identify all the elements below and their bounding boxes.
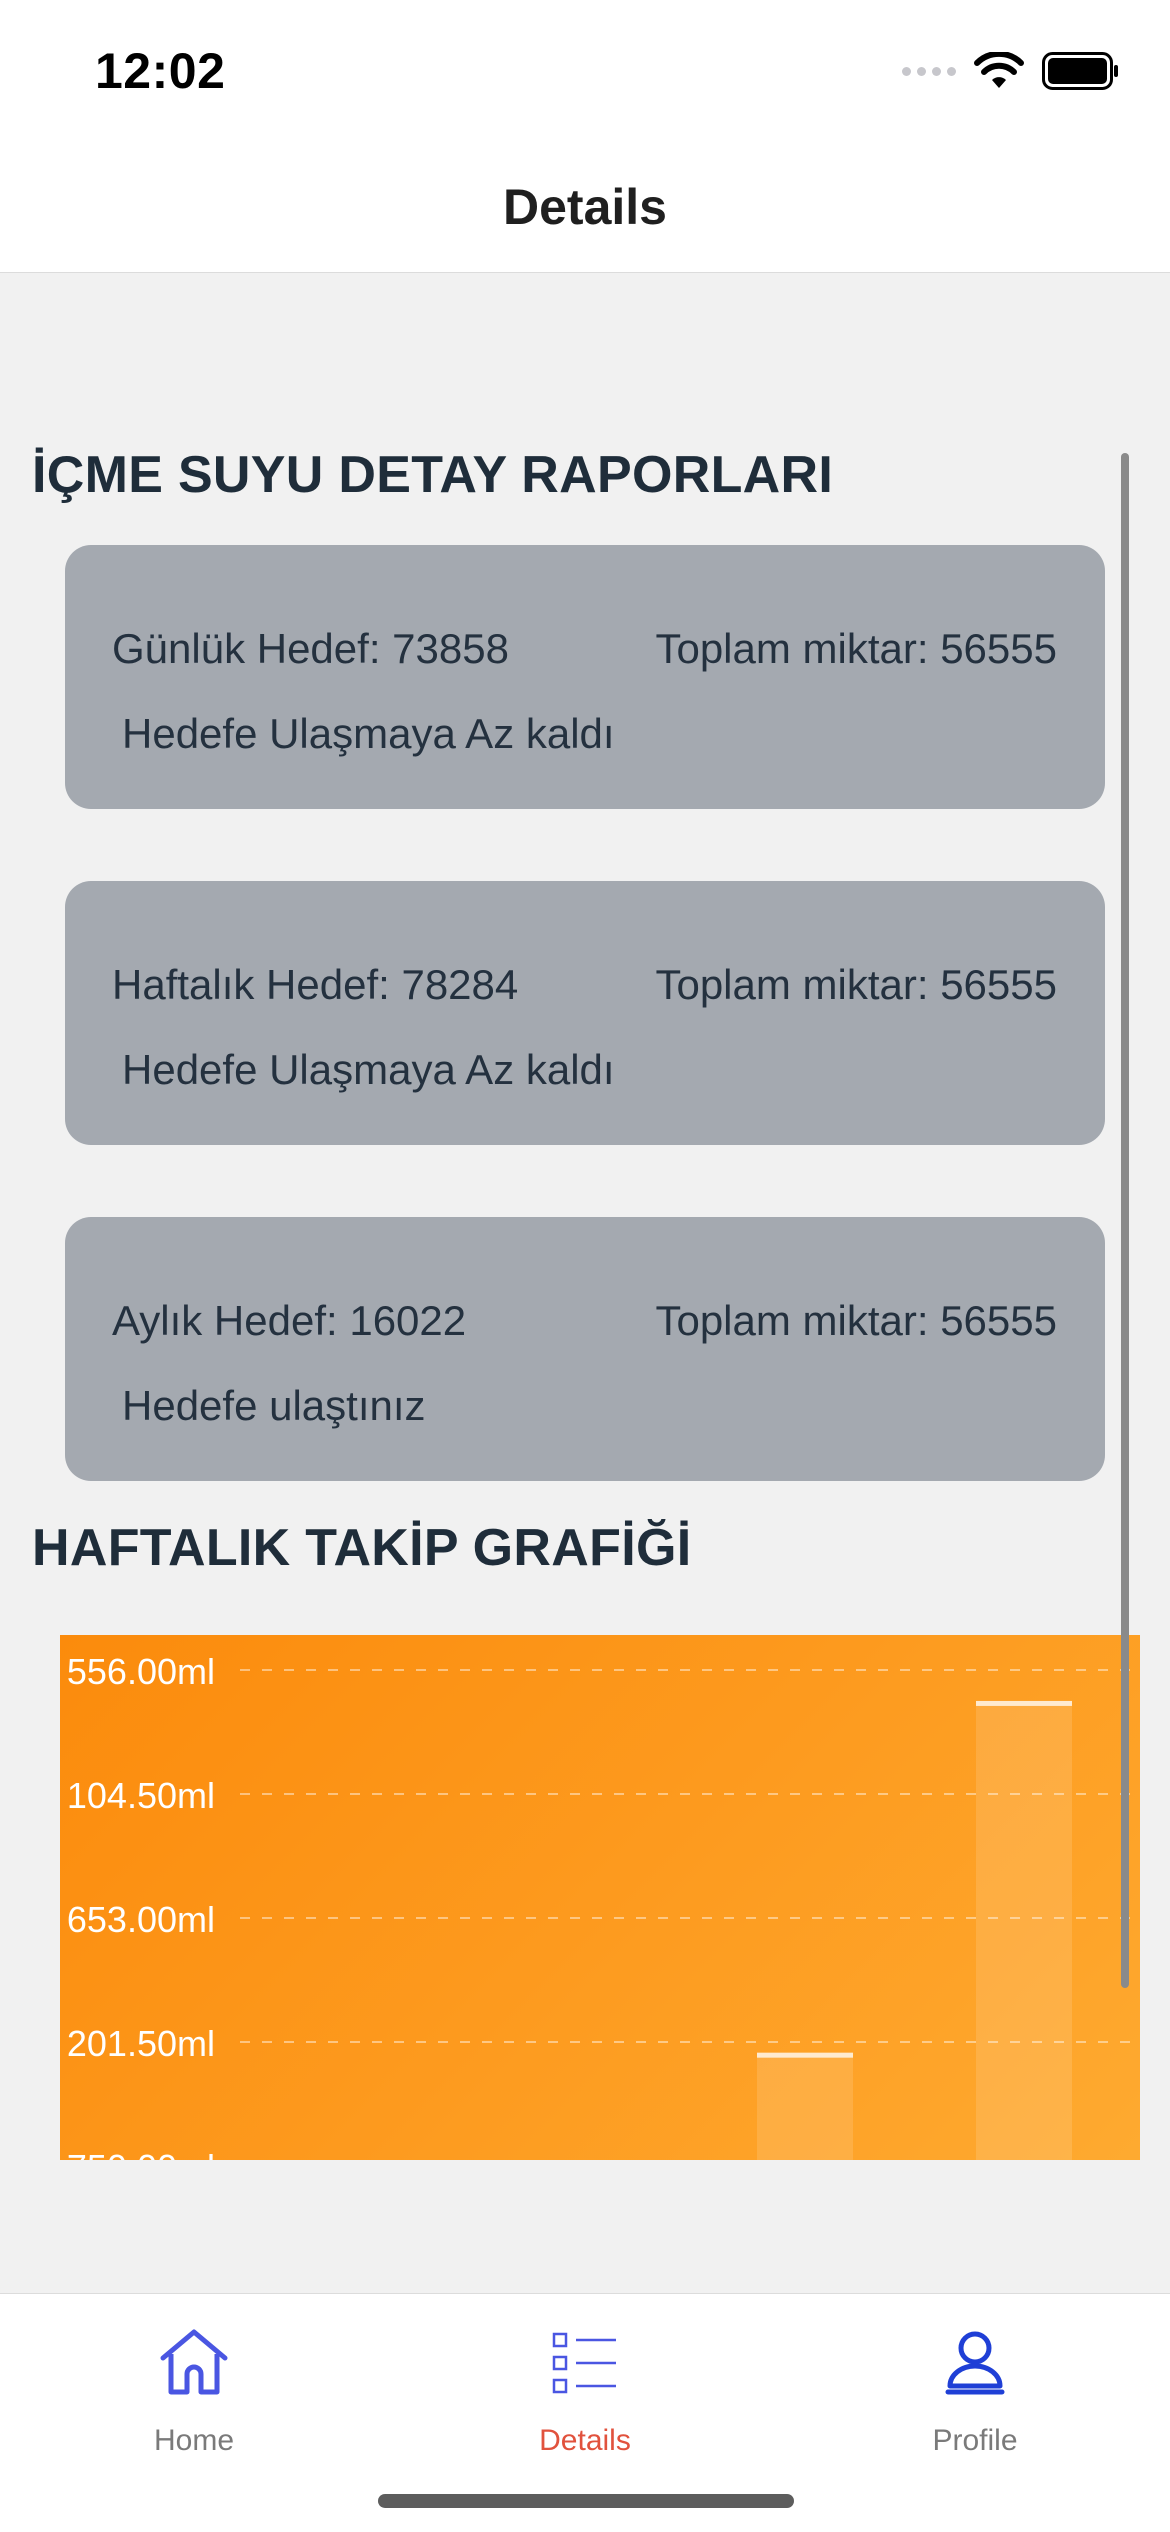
nav-header: Details [0,140,1170,273]
chart-bar-cap [757,2052,853,2058]
monthly-status: Hedefe ulaştınız [122,1382,426,1429]
chart-y-tick-label: 104.50ml [67,1775,215,1816]
status-time: 12:02 [95,43,226,99]
wifi-icon [974,52,1024,88]
home-indicator [378,2494,794,2508]
chart-y-tick-label: 556.00ml [67,1651,215,1692]
weekly-report-card: Haftalık Hedef: 78284 Toplam miktar: 565… [65,881,1105,1145]
details-content[interactable]: İÇME SUYU DETAY RAPORLARI Günlük Hedef: … [0,273,1170,2293]
daily-status: Hedefe Ulaşmaya Az kaldı [122,710,615,757]
chart-svg: 556.00ml 104.50ml 653.00ml 201.50ml 750.00ml [67,1651,1140,2160]
tab-details-label: Details [539,2424,631,2457]
monthly-goal: Aylık Hedef: 16022 [112,1297,467,1344]
tab-details[interactable]: Details [435,2314,735,2474]
tab-home[interactable]: Home [44,2314,344,2474]
list-icon [552,2332,616,2394]
person-icon [945,2331,1005,2395]
chart-y-tick-label: 201.50ml [67,2023,215,2064]
weekly-chart: 556.00ml 104.50ml 653.00ml 201.50ml 750.00ml [60,1635,1140,2160]
daily-report-card: Günlük Hedef: 73858 Toplam miktar: 56555… [65,545,1105,809]
chart-section-title: HAFTALIK TAKİP GRAFİĞİ [32,1519,692,1577]
monthly-report-card: Aylık Hedef: 16022 Toplam miktar: 56555 … [65,1217,1105,1481]
daily-total: Toplam miktar: 56555 [655,625,1057,672]
signal-icon [902,66,956,76]
chart-bar [757,2052,853,2160]
tab-home-label: Home [153,2424,235,2457]
home-icon [160,2329,228,2395]
daily-goal: Günlük Hedef: 73858 [112,625,509,672]
weekly-goal: Haftalık Hedef: 78284 [112,961,519,1008]
battery-icon [1042,52,1118,90]
tab-profile-label: Profile [932,2424,1018,2457]
reports-section-title: İÇME SUYU DETAY RAPORLARI [32,446,834,504]
weekly-status: Hedefe Ulaşmaya Az kaldı [122,1046,615,1093]
chart-bar [976,1700,1072,2160]
chart-bar-cap [976,1700,1072,1706]
tab-profile[interactable]: Profile [825,2314,1125,2474]
status-bar: 12:02 [0,0,1170,140]
chart-y-tick-label: 750.00ml [67,2147,215,2160]
chart-y-tick-label: 653.00ml [67,1899,215,1940]
scroll-indicator[interactable] [1121,453,1129,1988]
weekly-total: Toplam miktar: 56555 [655,961,1057,1008]
page-title: Details [503,179,667,235]
monthly-total: Toplam miktar: 56555 [655,1297,1057,1344]
status-icons [902,52,1120,90]
